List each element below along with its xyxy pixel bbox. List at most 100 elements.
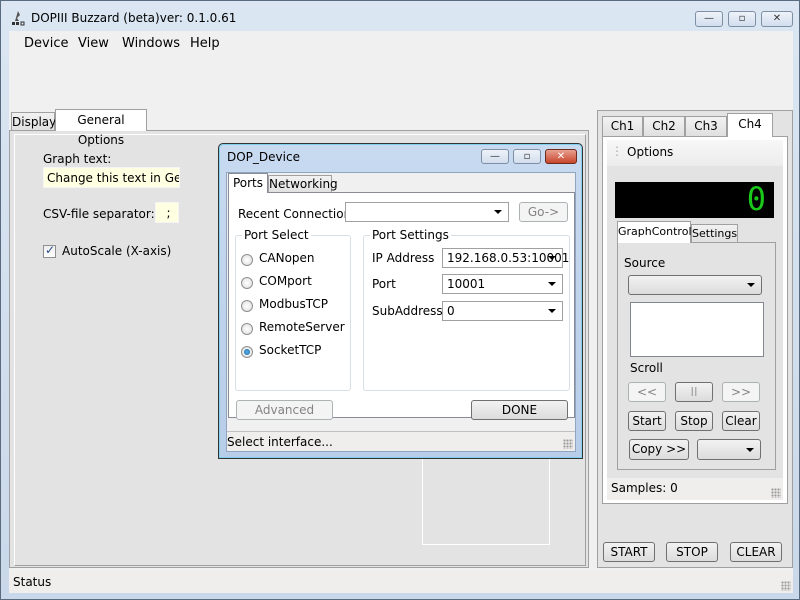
port-select-group: Port Select CANopen COMport ModbusTCP Re… (235, 228, 351, 391)
port-label: Port (372, 277, 396, 291)
radio-modbustcp[interactable] (241, 300, 253, 312)
graphcontrol-page: Source Scroll << II >> Start Stop Clear … (617, 242, 776, 470)
resize-grip-icon[interactable] (563, 439, 573, 449)
start-all-button[interactable]: START (603, 542, 655, 562)
source-label: Source (624, 256, 666, 270)
app-icon (11, 10, 25, 26)
radio-remoteserver[interactable] (241, 323, 253, 335)
tab-settings[interactable]: Settings (691, 224, 738, 243)
subaddress-label: SubAddress (372, 304, 443, 318)
port-select-legend: Port Select (242, 228, 311, 242)
recent-connections-dropdown[interactable] (345, 202, 509, 222)
minimize-button[interactable]: — (695, 11, 723, 27)
autoscale-label: AutoScale (X-axis) (62, 244, 172, 258)
maximize-icon: ▫ (523, 151, 531, 162)
tab-networking[interactable]: Networking (268, 175, 338, 193)
resize-grip-icon[interactable] (771, 488, 781, 498)
tab-graphcontrol[interactable]: GraphControl (617, 221, 692, 243)
display-value: 0 (746, 180, 766, 218)
radio-canopen[interactable] (241, 254, 253, 266)
status-text: Status (13, 575, 52, 589)
chevron-down-icon (494, 210, 502, 214)
tab-ch3[interactable]: Ch3 (685, 116, 727, 136)
radio-comport-label[interactable]: COMport (259, 274, 312, 288)
menu-device[interactable]: Device (24, 36, 68, 51)
port-dropdown[interactable]: 10001 (442, 274, 563, 294)
source-list[interactable] (630, 302, 764, 357)
port-settings-legend: Port Settings (370, 228, 451, 242)
digital-display: 0 (615, 180, 774, 218)
chevron-down-icon (548, 256, 556, 260)
tab-ch2[interactable]: Ch2 (643, 116, 685, 136)
chevron-down-icon (747, 283, 755, 287)
graph-text-input[interactable] (43, 167, 180, 188)
copy-target-dropdown[interactable] (697, 439, 761, 460)
samples-statusbar: Samples: 0 (607, 478, 783, 500)
grip-icon: ⋮ (611, 144, 623, 158)
minimize-icon: — (490, 151, 500, 162)
maximize-icon: ▫ (738, 13, 746, 24)
csv-separator-input[interactable] (155, 202, 179, 223)
chevron-down-icon (548, 282, 556, 286)
dialog-minimize-button[interactable]: — (481, 149, 509, 164)
autoscale-checkbox[interactable]: ✓ (43, 243, 56, 258)
tab-ch4[interactable]: Ch4 (727, 113, 773, 137)
chevron-down-icon (746, 447, 754, 452)
status-bar: Status (9, 571, 793, 593)
dialog-close-button[interactable]: ✕ (545, 149, 577, 164)
title-bar[interactable]: DOPIII Buzzard (beta)ver: 0.1.0.61 — ▫ ✕ (1, 1, 800, 31)
tab-ports[interactable]: Ports (228, 173, 268, 193)
menu-view[interactable]: View (78, 36, 109, 51)
graph-text-label: Graph text: (43, 152, 112, 166)
channel-panel: Ch1 Ch2 Ch3 Ch4 ⋮ Options 0 GraphControl… (597, 110, 793, 568)
start-button[interactable]: Start (628, 411, 666, 431)
radio-sockettcp-label[interactable]: SocketTCP (259, 343, 321, 357)
dop-device-dialog: DOP_Device — ▫ ✕ Ports Networking Recent… (218, 143, 583, 459)
source-dropdown[interactable] (628, 275, 762, 295)
radio-sockettcp[interactable] (241, 346, 253, 358)
dialog-status-bar: Select interface... (227, 431, 575, 451)
close-button[interactable]: ✕ (761, 11, 793, 27)
radio-modbustcp-label[interactable]: ModbusTCP (259, 297, 328, 311)
dialog-status-text: Select interface... (227, 435, 333, 449)
done-button[interactable]: DONE (471, 400, 568, 420)
scroll-forward-button[interactable]: >> (722, 382, 760, 402)
subaddress-dropdown[interactable]: 0 (442, 301, 563, 321)
tab-display[interactable]: Display (11, 112, 56, 131)
options-toolbar: ⋮ Options (607, 140, 783, 166)
clear-all-button[interactable]: CLEAR (730, 542, 782, 562)
check-icon: ✓ (45, 243, 56, 257)
dialog-title: DOP_Device (227, 150, 300, 164)
window-title: DOPIII Buzzard (beta)ver: 0.1.0.61 (31, 11, 237, 25)
tab-general-options[interactable]: General Options (55, 109, 147, 147)
resize-grip-icon[interactable] (781, 581, 791, 591)
clear-button[interactable]: Clear (722, 411, 760, 431)
csv-separator-label: CSV-file separator: (43, 207, 155, 221)
tab-ch1[interactable]: Ch1 (602, 116, 643, 136)
stop-button[interactable]: Stop (675, 411, 713, 431)
radio-comport[interactable] (241, 277, 253, 289)
options-label[interactable]: Options (627, 145, 673, 159)
menu-help[interactable]: Help (190, 36, 220, 51)
radio-remoteserver-label[interactable]: RemoteServer (259, 320, 345, 334)
ports-page: Recent Connections Go-> Port Select CANo… (228, 192, 575, 420)
advanced-button[interactable]: Advanced (236, 400, 333, 420)
main-window: DOPIII Buzzard (beta)ver: 0.1.0.61 — ▫ ✕… (0, 0, 800, 600)
radio-canopen-label[interactable]: CANopen (259, 251, 315, 265)
pause-button[interactable]: II (675, 382, 713, 402)
maximize-button[interactable]: ▫ (728, 11, 756, 27)
dialog-maximize-button[interactable]: ▫ (513, 149, 541, 164)
ip-address-label: IP Address (372, 251, 435, 265)
menu-windows[interactable]: Windows (122, 36, 180, 51)
stop-all-button[interactable]: STOP (666, 542, 718, 562)
ip-address-dropdown[interactable]: 192.168.0.53:10001 (442, 248, 569, 268)
chevron-down-icon (548, 309, 556, 313)
samples-count: Samples: 0 (611, 481, 678, 495)
close-icon: ✕ (772, 13, 782, 24)
scroll-label: Scroll (630, 361, 663, 375)
port-settings-group: Port Settings IP Address 192.168.0.53:10… (363, 228, 570, 391)
copy-button[interactable]: Copy >> (629, 439, 689, 460)
minimize-icon: — (704, 13, 714, 24)
scroll-back-button[interactable]: << (628, 382, 666, 402)
go-button[interactable]: Go-> (519, 202, 568, 222)
